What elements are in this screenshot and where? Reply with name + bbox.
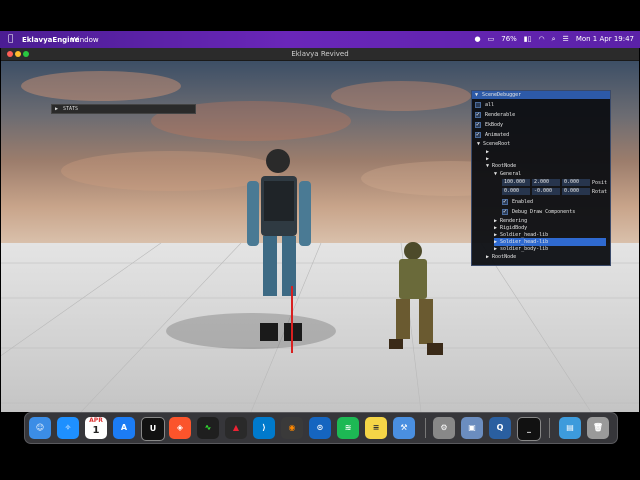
dock: ☺ ✧ APR 1 A U ◈ ∿ ▲ ⟩ ◉ ⊙ ≋ ≡ ⚒ ⚙ ▣ Q _ …	[24, 412, 618, 444]
terminal-icon[interactable]: _	[517, 417, 541, 441]
menu-bar:  EklavyaEngine Window ● ▭ 76% ▮▯ ◠ ⌕ ☰ …	[0, 31, 640, 48]
collapse-arrow-icon[interactable]: ▼	[475, 92, 478, 98]
finder-icon[interactable]: ☺	[29, 417, 51, 439]
tree-arrow-icon[interactable]: ▼	[477, 141, 480, 147]
rotation-y-field[interactable]: -0.000	[532, 188, 560, 195]
checkbox-ekbody[interactable]	[475, 121, 481, 129]
checkbox-enabled[interactable]	[502, 198, 508, 206]
checkbox-all[interactable]	[475, 102, 481, 108]
app-window: Eklavya Revived ▶ STATS ▼ SceneDebugger …	[1, 48, 639, 412]
stats-panel[interactable]: ▶ STATS	[51, 104, 196, 114]
system-settings-icon[interactable]: ⚙	[433, 417, 455, 439]
tree-arrow-icon[interactable]: ▶	[486, 254, 489, 260]
xcode-icon[interactable]: ⚒	[393, 417, 415, 439]
scene-debugger-header[interactable]: ▼ SceneDebugger	[472, 91, 610, 99]
scene-debugger-panel: ▼ SceneDebugger all Renderable EkBody An…	[471, 90, 611, 266]
blender-icon[interactable]: ◉	[281, 417, 303, 439]
wifi-icon[interactable]: ◠	[539, 35, 545, 44]
tree-soldier-body[interactable]: ▶ soldier_body-lib	[494, 245, 548, 253]
filter-ekbody[interactable]: EkBody	[475, 121, 605, 129]
position-label: Posit	[592, 180, 608, 186]
spotify-icon[interactable]: ≋	[337, 417, 359, 439]
tree-arrow-icon[interactable]: ▼	[494, 171, 497, 177]
calendar-month: APR	[89, 417, 103, 424]
position-y-field[interactable]: 2.000	[532, 179, 560, 186]
downloads-folder-icon[interactable]: ▤	[559, 417, 581, 439]
title-bar: Eklavya Revived	[1, 48, 639, 61]
filter-renderable[interactable]: Renderable	[475, 111, 605, 119]
ww2-soldier[interactable]	[389, 242, 443, 355]
window-menu[interactable]: Window	[71, 36, 99, 44]
sourcetree-icon[interactable]: ⊙	[309, 417, 331, 439]
calendar-icon[interactable]: APR 1	[85, 417, 107, 439]
checkbox-renderable[interactable]	[475, 111, 481, 119]
record-icon[interactable]: ●	[475, 35, 481, 44]
apple-icon[interactable]: 	[8, 34, 13, 44]
checkbox-debug-draw[interactable]	[502, 208, 508, 216]
game-viewport[interactable]: ▶ STATS ▼ SceneDebugger all Renderable E…	[1, 61, 639, 412]
battery-icon[interactable]: ▮▯	[524, 35, 532, 44]
scene-debugger-title: SceneDebugger	[482, 92, 522, 98]
affinity-icon[interactable]: ▲	[225, 417, 247, 439]
debug-draw-label: Debug Draw Components	[512, 209, 576, 215]
control-center-icon[interactable]: ☰	[563, 35, 569, 44]
stats-label: STATS	[63, 106, 79, 112]
position-z-field[interactable]: 0.000	[562, 179, 590, 186]
tree-label: soldier_body-lib	[500, 246, 549, 252]
safari-icon[interactable]: ✧	[57, 417, 79, 439]
rotation-label: Rotat	[592, 189, 608, 195]
checkbox-animated[interactable]	[475, 131, 481, 139]
filter-animated[interactable]: Animated	[475, 131, 605, 139]
tree-label: General	[500, 171, 522, 177]
enabled-label: Enabled	[512, 199, 534, 205]
dock-separator	[549, 418, 550, 438]
dock-separator	[425, 418, 426, 438]
calendar-day: 1	[92, 425, 100, 436]
letterbox-top	[0, 0, 640, 31]
filter-label: Renderable	[485, 112, 516, 118]
filter-label: Animated	[485, 132, 510, 138]
tree-arrow-icon[interactable]: ▶	[494, 246, 497, 252]
rotation-z-field[interactable]: 0.000	[562, 188, 590, 195]
unreal-engine-icon[interactable]: U	[141, 417, 165, 441]
vscode-icon[interactable]: ⟩	[253, 417, 275, 439]
app-store-icon[interactable]: A	[113, 417, 135, 439]
filter-label: all	[485, 102, 495, 108]
search-icon[interactable]: ⌕	[552, 35, 556, 44]
tree-scene-root[interactable]: ▼ SceneRoot	[477, 140, 510, 148]
clock[interactable]: Mon 1 Apr 19:47	[576, 35, 634, 44]
soldier-shadow	[166, 313, 336, 349]
brave-browser-icon[interactable]: ◈	[169, 417, 191, 439]
tree-label: RootNode	[492, 163, 517, 169]
tree-general[interactable]: ▼ General	[494, 170, 521, 178]
debug-draw-toggle[interactable]: Debug Draw Components	[502, 208, 607, 216]
expand-arrow-icon[interactable]: ▶	[55, 106, 58, 112]
battery-percent: 76%	[501, 35, 517, 43]
filter-label: EkBody	[485, 122, 504, 128]
tree-arrow-icon[interactable]: ▼	[486, 163, 489, 169]
window-title: Eklavya Revived	[291, 50, 349, 58]
notes-icon[interactable]: ≡	[365, 417, 387, 439]
trash-icon[interactable]: 🗑	[587, 417, 609, 439]
display-icon[interactable]: ▭	[488, 35, 495, 44]
quicktime-icon[interactable]: Q	[489, 417, 511, 439]
tree-label: RootNode	[492, 254, 517, 260]
tree-label: SceneRoot	[483, 141, 511, 147]
preview-icon[interactable]: ▣	[461, 417, 483, 439]
tree-root-node[interactable]: ▼ RootNode	[486, 162, 516, 170]
rotation-x-field[interactable]: 0.000	[502, 188, 530, 195]
enabled-toggle[interactable]: Enabled	[502, 198, 602, 206]
activity-monitor-icon[interactable]: ∿	[197, 417, 219, 439]
filter-all[interactable]: all	[475, 101, 605, 109]
status-area: ● ▭ 76% ▮▯ ◠ ⌕ ☰ Mon 1 Apr 19:47	[475, 35, 635, 44]
position-x-field[interactable]: 100.000	[502, 179, 530, 186]
tree-root-node-2[interactable]: ▶ RootNode	[486, 253, 516, 261]
